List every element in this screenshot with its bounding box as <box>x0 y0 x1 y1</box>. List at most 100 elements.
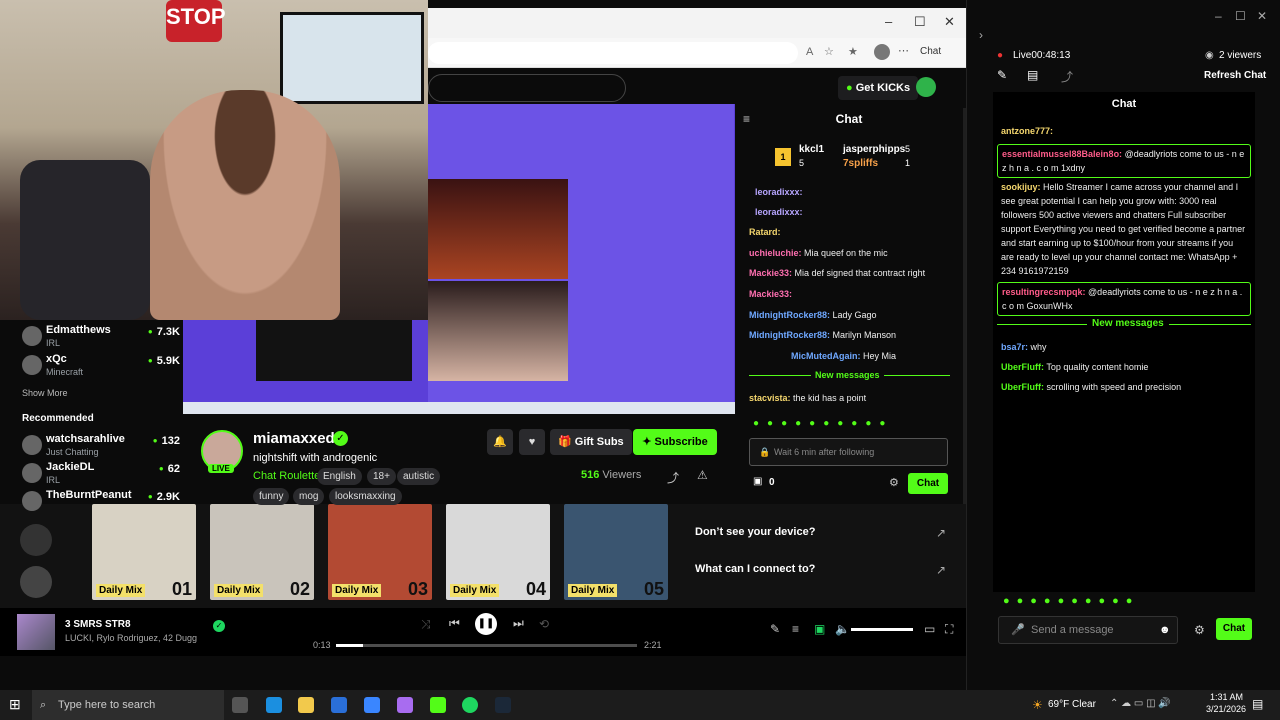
stream-tag[interactable]: autistic <box>397 468 441 485</box>
bell-icon[interactable]: 🔔 <box>487 429 513 455</box>
daily-mix-card[interactable]: Daily Mix 03 <box>328 504 432 600</box>
chat-input[interactable]: 🔒 Wait 6 min after following <box>749 438 948 466</box>
chat-username[interactable]: bsa7r: <box>1001 342 1028 352</box>
kick-search-input[interactable] <box>428 74 626 102</box>
connect-prompt[interactable]: What can I connect to? <box>695 563 815 575</box>
sidebar-channel[interactable]: xQc Minecraft 5.9K <box>22 352 180 380</box>
emote-bar[interactable]: ●●●●●●●●●● <box>1003 595 1203 609</box>
stream-tag[interactable]: looksmaxxing <box>329 488 402 505</box>
subscribe-button[interactable]: ✦ Subscribe <box>633 429 717 455</box>
sidebar-channel[interactable]: Edmatthews IRL 7.3K <box>22 323 180 351</box>
chat-username[interactable]: UberFluff: <box>1001 382 1044 392</box>
report-icon[interactable]: ⚠ <box>697 468 708 482</box>
copilot-icon[interactable] <box>397 697 413 713</box>
repeat-icon[interactable]: ⟲ <box>539 617 549 631</box>
progress-bar[interactable] <box>336 644 637 647</box>
clock-date[interactable]: 3/21/2026 <box>1206 704 1246 714</box>
daily-mix-card[interactable]: Daily Mix 01 <box>92 504 196 600</box>
shuffle-icon[interactable]: ⤨ <box>421 617 431 632</box>
weather-text[interactable]: 69°F Clear <box>1048 699 1096 710</box>
lyrics-icon[interactable]: ✎ <box>770 622 780 636</box>
connect-device-icon[interactable]: ▣ <box>814 622 825 636</box>
popout-send-button[interactable]: Chat <box>1216 618 1252 640</box>
stream-tag[interactable]: mog <box>293 488 325 505</box>
maximize-button[interactable]: ☐ <box>914 14 926 30</box>
share-icon[interactable]: ⤴ <box>667 469 679 486</box>
chat-username[interactable]: stacvista: <box>749 393 791 403</box>
daily-mix-card[interactable]: Daily Mix 05 <box>564 504 668 600</box>
chat-username[interactable]: MidnightRocker88: <box>749 310 830 320</box>
stream-tag[interactable]: English <box>317 468 362 485</box>
emote-bar[interactable]: ●●●●●●●●●● <box>753 418 953 432</box>
category-link[interactable]: Chat Roulette <box>253 470 320 482</box>
popout-chat-input[interactable]: 🎤 Send a message ☻ <box>998 616 1178 644</box>
chat-username[interactable]: essentialmussel88Balein8o: <box>1002 149 1122 159</box>
miniplayer-icon[interactable]: ▭ <box>924 622 935 636</box>
store-icon[interactable] <box>331 697 347 713</box>
chat-username[interactable]: antzone777: <box>1001 126 1053 136</box>
url-input[interactable] <box>428 42 798 64</box>
system-tray-icons[interactable]: ⌃ ☁ ▭ ◫ 🔊 <box>1110 698 1171 709</box>
volume-slider[interactable] <box>851 628 913 631</box>
kick-app-icon[interactable] <box>430 697 446 713</box>
refresh-chat-button[interactable]: Refresh Chat <box>1204 70 1266 81</box>
edge-icon[interactable] <box>266 697 282 713</box>
collections-icon[interactable]: ★ <box>848 45 858 58</box>
chat-username[interactable]: resultingrecsmpqk: <box>1002 287 1086 297</box>
external-link-icon[interactable]: ↗ <box>936 526 946 540</box>
heart-icon[interactable]: ♥ <box>519 429 545 455</box>
get-kicks-button[interactable]: ● Get KICKs <box>838 76 919 100</box>
chat-username[interactable]: leoradixxx: <box>755 207 803 217</box>
chat-username[interactable]: leoradixxx: <box>755 187 803 197</box>
emoji-icon[interactable]: ☻ <box>1159 617 1171 643</box>
user-avatar[interactable] <box>916 77 936 97</box>
sidebar-channel[interactable]: watchsarahlive Just Chatting 132 <box>22 432 180 460</box>
clock-time[interactable]: 1:31 AM <box>1210 692 1243 702</box>
share-icon[interactable]: ⤴ <box>1061 68 1073 85</box>
file-explorer-icon[interactable] <box>298 697 314 713</box>
sidebar-channel[interactable]: JackieDL IRL 62 <box>22 460 180 488</box>
daily-mix-card[interactable]: Daily Mix 02 <box>210 504 314 600</box>
liked-icon[interactable]: ✓ <box>213 620 225 632</box>
album-art[interactable] <box>17 614 55 650</box>
sidebar-channel[interactable]: TheBurntPeanut 2.9K <box>22 488 180 516</box>
read-aloud-icon[interactable]: A <box>806 46 813 58</box>
taskbar-search[interactable]: ⌕ Type here to search <box>32 690 224 720</box>
spotify-icon[interactable] <box>462 697 478 713</box>
external-link-icon[interactable]: ↗ <box>936 563 946 577</box>
chat-username[interactable]: Mackie33: <box>749 289 792 299</box>
chat-username[interactable]: UberFluff: <box>1001 362 1044 372</box>
clip-icon[interactable]: ▤ <box>1027 68 1038 82</box>
expand-chevron-icon[interactable]: › <box>979 28 983 42</box>
settings-icon[interactable]: ⚙ <box>889 476 899 489</box>
stream-tag[interactable]: funny <box>253 488 290 505</box>
device-prompt[interactable]: Don’t see your device? <box>695 526 815 538</box>
steam-icon[interactable] <box>495 697 511 713</box>
more-icon[interactable]: ⋯ <box>898 44 909 57</box>
chat-username[interactable]: Ratard: <box>749 227 781 237</box>
daily-mix-card[interactable]: Daily Mix 04 <box>446 504 550 600</box>
show-more-link[interactable]: Show More <box>22 388 68 398</box>
chat-username[interactable]: Mackie33: <box>749 268 792 278</box>
pause-button[interactable]: ❚❚ <box>475 613 497 635</box>
track-artist[interactable]: LUCKI, Rylo Rodriguez, 42 Dugg <box>65 633 197 643</box>
favorite-icon[interactable]: ☆ <box>824 45 834 58</box>
artist-avatar[interactable] <box>20 524 52 556</box>
notification-icon[interactable]: ▤ <box>1252 697 1263 711</box>
task-view-icon[interactable] <box>232 697 248 713</box>
chat-username[interactable]: uchieluchie: <box>749 248 802 258</box>
profile-avatar[interactable] <box>874 44 890 60</box>
gift-subs-button[interactable]: 🎁 Gift Subs <box>550 429 632 455</box>
track-title[interactable]: 3 SMRS STR8 <box>65 619 131 630</box>
close-button[interactable]: ✕ <box>944 14 955 30</box>
points-icon[interactable]: ▣ <box>753 476 762 487</box>
chat-username[interactable]: MicMutedAgain: <box>791 351 861 361</box>
next-icon[interactable]: ⏭ <box>513 616 524 631</box>
edit-icon[interactable]: ✎ <box>997 68 1007 82</box>
close-button[interactable]: ✕ <box>1257 9 1267 23</box>
fullscreen-icon[interactable]: ⛶ <box>945 622 953 637</box>
chat-username[interactable]: sookijuy: <box>1001 182 1041 192</box>
volume-icon[interactable]: 🔈 <box>835 622 850 636</box>
previous-icon[interactable]: ⏮ <box>449 616 460 631</box>
artist-avatar[interactable] <box>20 566 52 598</box>
